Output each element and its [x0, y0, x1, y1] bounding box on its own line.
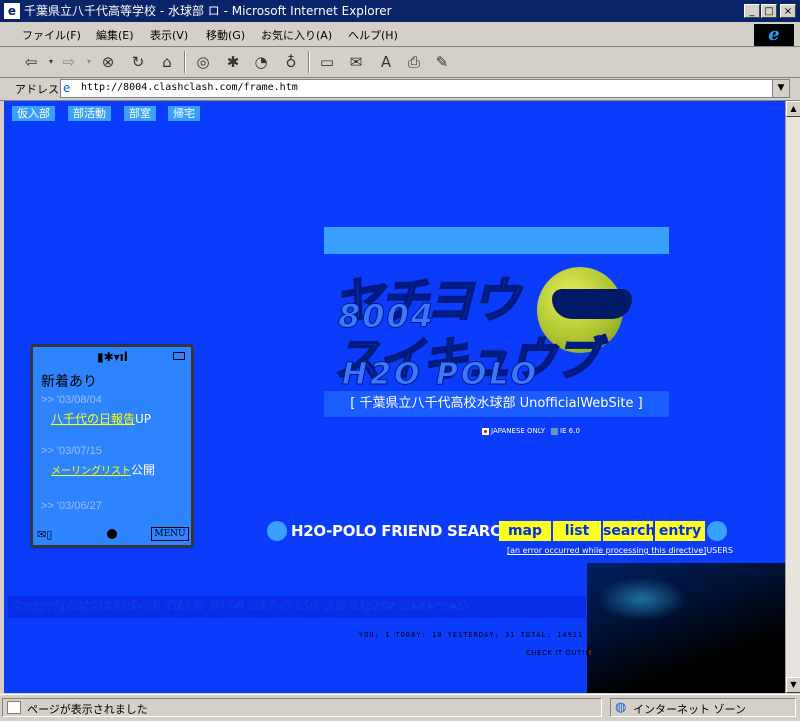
news-item: メーリングリスト公開: [51, 461, 155, 478]
status-text: ページが表示されました: [27, 703, 148, 716]
news-suffix: 公開: [131, 463, 156, 477]
status-bar: ページが表示されました ◍ インターネット ゾーン: [0, 694, 800, 721]
print-icon[interactable]: ⎙: [403, 51, 425, 73]
window-title: 千葉県立八千代高等学校 - 水球部 ロ - Microsoft Internet…: [24, 4, 392, 18]
menu-help[interactable]: ヘルプ(H): [348, 27, 398, 43]
friend-search-label: H2O-POLO FRIEND SEARCH: [291, 522, 514, 540]
phone-menu-button[interactable]: MENU: [151, 527, 189, 541]
access-counter: YOU: 1 TODAY: 10 YESTERDAY: 31 TOTAL: 14…: [359, 631, 584, 639]
center-key-icon[interactable]: [107, 529, 117, 539]
minimize-button[interactable]: _: [744, 4, 760, 18]
vertical-scrollbar[interactable]: ▲ ▼: [785, 101, 800, 693]
hero-bar: [324, 227, 669, 254]
refresh-icon[interactable]: ↻: [127, 51, 149, 73]
menu-view[interactable]: 表示(V): [150, 27, 188, 43]
mail-icon[interactable]: ✉▯: [37, 528, 52, 541]
error-text: [an error occurred while processing this…: [507, 546, 707, 555]
menu-file[interactable]: ファイル(F): [22, 27, 81, 43]
entry-button[interactable]: entry: [655, 521, 705, 541]
scroll-up-icon[interactable]: ▲: [786, 101, 800, 117]
favorites-icon[interactable]: ✱: [222, 51, 244, 73]
maximize-button[interactable]: □: [761, 4, 777, 18]
title-bar: e 千葉県立八千代高等学校 - 水球部 ロ - Microsoft Intern…: [0, 0, 800, 22]
news-phone-widget: ▮✱▾ıl 新着あり >> '03/08/04 八千代の日報告UP >> '03…: [30, 344, 194, 548]
page-icon: e: [63, 81, 71, 95]
site-subtitle: [ 千葉県立八千代高校水球部 UnofficialWebSite ]: [324, 391, 669, 417]
search-icon[interactable]: ◎: [192, 51, 214, 73]
toolbar-separator: [184, 51, 186, 73]
news-link[interactable]: 八千代の日報告: [51, 412, 135, 426]
menu-favorites[interactable]: お気に入り(A): [261, 27, 332, 43]
page-done-icon: [7, 701, 21, 714]
search-button[interactable]: search: [603, 521, 655, 541]
map-button[interactable]: map: [499, 521, 551, 541]
address-label: アドレス: [15, 83, 59, 96]
bar-cap-left: [267, 521, 287, 541]
ie-version-badge: IE 6.0: [560, 427, 580, 435]
page-viewport: 仮入部 部活動 部室 帰宅 ヤチヨウ 8004 スイキュウブ H2O POLO …: [4, 101, 785, 693]
photo-highlight: [597, 577, 687, 621]
toolbar: ⇦ ▾ ⇨ ▾ ⊗ ↻ ⌂ ◎ ✱ ◔ ♁ ▭ ✉ A ⎙ ✎: [0, 47, 800, 78]
bar-cap-right: [707, 521, 727, 541]
news-date: >> '03/08/04: [41, 394, 102, 406]
mail-icon[interactable]: ✉: [345, 51, 367, 73]
browser-badges: JAPANESE ONLY IE 6.0: [482, 427, 580, 435]
menu-bar: ファイル(F) 編集(E) 表示(V) 移動(G) お気に入り(A) ヘルプ(H…: [0, 22, 800, 47]
news-title: 新着あり: [41, 374, 97, 390]
forward-icon[interactable]: ⇨: [58, 51, 80, 73]
address-input[interactable]: e http://8004.clashclash.com/frame.htm ▼: [60, 79, 790, 98]
signal-icon: ▮✱▾ıl: [97, 350, 128, 364]
address-bar: アドレス e http://8004.clashclash.com/frame.…: [0, 78, 800, 101]
news-item: 八千代の日報告UP: [51, 410, 151, 427]
phone-status-bar: ▮✱▾ıl: [33, 349, 191, 365]
address-url[interactable]: http://8004.clashclash.com/frame.htm: [81, 82, 298, 93]
news-suffix: UP: [135, 412, 152, 426]
copyright-text: Copyright(C)2002-03 TEAM 8004 H2O-POLO A…: [13, 599, 472, 612]
phone-softkeys: ✉▯ MENU: [33, 524, 191, 545]
check-it-out-link[interactable]: CHECK IT OUT!!!: [526, 649, 592, 657]
edit-icon[interactable]: ✎: [431, 51, 453, 73]
home-icon[interactable]: ⌂: [156, 51, 178, 73]
stop-icon[interactable]: ⊗: [97, 51, 119, 73]
check-it-out-text[interactable]: CHECK IT OUT!!: [526, 649, 588, 657]
back-icon[interactable]: ⇦: [20, 51, 42, 73]
nav-kari-nyubu[interactable]: 仮入部: [12, 106, 55, 121]
battery-icon: [173, 352, 185, 360]
toolbar-separator: [308, 51, 310, 73]
internet-globe-icon: ◍: [615, 700, 627, 715]
list-all-button[interactable]: list all: [553, 521, 601, 559]
nav-bukatsudo[interactable]: 部活動: [68, 106, 111, 121]
users-label: USERS: [706, 546, 733, 555]
logo-text-h2o-polo: H2O POLO: [342, 357, 539, 393]
nav-bushitsu[interactable]: 部室: [124, 106, 156, 121]
check-it-out-mark: !: [588, 649, 593, 657]
history-icon[interactable]: ◔: [250, 51, 272, 73]
fullscreen-icon[interactable]: ▭: [316, 51, 338, 73]
zone-panel: ◍ インターネット ゾーン: [610, 698, 796, 717]
ie-logo-icon: e: [754, 24, 794, 46]
background-photo: [587, 563, 785, 693]
close-button[interactable]: ×: [780, 4, 796, 18]
site-logo: ヤチヨウ 8004 スイキュウブ H2O POLO: [333, 261, 664, 393]
news-date: >> '03/07/15: [41, 445, 102, 457]
japan-flag-icon: [482, 427, 489, 435]
address-dropdown-icon[interactable]: ▼: [772, 80, 789, 97]
nav-kitaku[interactable]: 帰宅: [168, 106, 200, 121]
news-date: >> '03/06/27: [41, 500, 102, 512]
scroll-down-icon[interactable]: ▼: [786, 677, 800, 693]
news-link[interactable]: メーリングリスト: [51, 466, 131, 477]
japanese-only-badge: JAPANESE ONLY: [491, 427, 546, 435]
menu-go[interactable]: 移動(G): [206, 27, 245, 43]
friend-search-bar: H2O-POLO FRIEND SEARCH map list all sear…: [267, 519, 727, 559]
sunglasses-icon: [552, 289, 632, 319]
ie-badge-icon: [551, 427, 559, 435]
font-icon[interactable]: A: [375, 51, 397, 73]
menu-edit[interactable]: 編集(E): [96, 27, 134, 43]
channels-icon[interactable]: ♁: [280, 51, 302, 73]
status-panel: ページが表示されました: [2, 698, 602, 717]
ie-window-icon[interactable]: e: [4, 3, 20, 19]
zone-text: インターネット ゾーン: [633, 703, 746, 716]
ssi-error-message: [an error occurred while processing this…: [507, 546, 733, 555]
